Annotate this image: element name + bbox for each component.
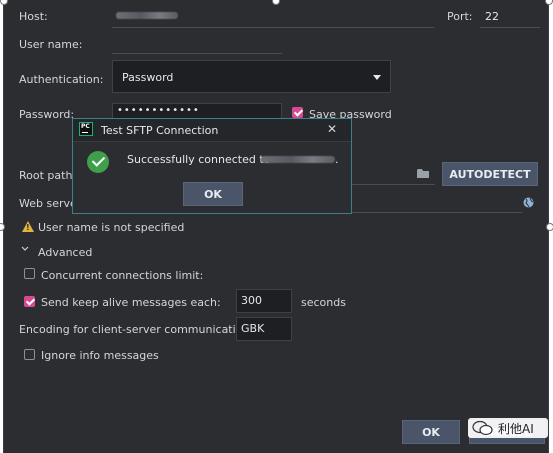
close-icon[interactable]: ✕	[327, 122, 337, 136]
authentication-label: Authentication:	[19, 73, 104, 86]
dialog-titlebar: PC Test SFTP Connection ✕	[73, 119, 351, 142]
web-server-label: Web serve	[19, 197, 77, 210]
keep-alive-unit: seconds	[301, 296, 346, 309]
dialog-message: Successfully connected to	[127, 153, 271, 166]
dialog-ok-button[interactable]: OK	[183, 182, 243, 206]
deployment-settings-window: Host: Port: 22 User name: Authentication…	[3, 0, 549, 453]
chevron-down-icon[interactable]	[21, 246, 29, 252]
keep-alive-checkbox[interactable]	[24, 296, 35, 307]
host-label: Host:	[19, 10, 48, 23]
folder-icon[interactable]	[417, 168, 430, 179]
encoding-label: Encoding for client-server communication…	[19, 323, 254, 336]
keep-alive-label: Send keep alive messages each:	[41, 296, 221, 309]
username-field[interactable]	[112, 53, 282, 54]
save-password-checkbox[interactable]	[292, 107, 303, 118]
resize-handle-top-right[interactable]	[545, 0, 553, 5]
watermark-text: 利他AI	[498, 421, 534, 436]
wechat-icon	[472, 420, 493, 436]
ignore-info-label: Ignore info messages	[41, 349, 159, 362]
dialog-title: Test SFTP Connection	[101, 124, 219, 137]
port-field[interactable]: 22	[485, 10, 499, 23]
username-label: User name:	[19, 38, 83, 51]
dialog-message-end: .	[335, 153, 339, 166]
warning-icon	[22, 221, 34, 232]
advanced-section-toggle[interactable]: Advanced	[38, 246, 92, 259]
password-label: Password:	[19, 108, 75, 121]
authentication-select[interactable]: Password	[112, 60, 391, 93]
port-underline	[480, 27, 540, 28]
concurrent-connections-checkbox[interactable]	[24, 268, 35, 279]
autodetect-button[interactable]: AUTODETECT	[442, 162, 538, 186]
authentication-value: Password	[122, 71, 174, 84]
ok-button[interactable]: OK	[402, 420, 460, 444]
host-field[interactable]	[116, 8, 286, 24]
chevron-down-icon	[373, 75, 381, 80]
encoding-input[interactable]: GBK	[236, 317, 292, 341]
root-path-label: Root path:	[19, 169, 77, 182]
test-sftp-connection-dialog: PC Test SFTP Connection ✕ Successfully c…	[72, 118, 352, 214]
ignore-info-checkbox[interactable]	[24, 349, 35, 360]
port-label: Port:	[447, 10, 473, 23]
password-value: ••••••••••••	[117, 105, 200, 116]
watermark: 利他AI	[468, 418, 548, 438]
pycharm-app-icon: PC	[79, 122, 93, 136]
resize-handle-right[interactable]	[546, 223, 553, 231]
keep-alive-interval-input[interactable]: 300	[236, 289, 292, 313]
globe-icon[interactable]	[523, 197, 534, 208]
warning-text: User name is not specified	[38, 221, 185, 234]
dialog-host-blurred	[261, 156, 335, 163]
host-underline	[112, 27, 434, 28]
success-check-icon	[87, 151, 109, 173]
concurrent-connections-label: Concurrent connections limit:	[41, 269, 204, 282]
host-value-blurred	[116, 11, 178, 19]
